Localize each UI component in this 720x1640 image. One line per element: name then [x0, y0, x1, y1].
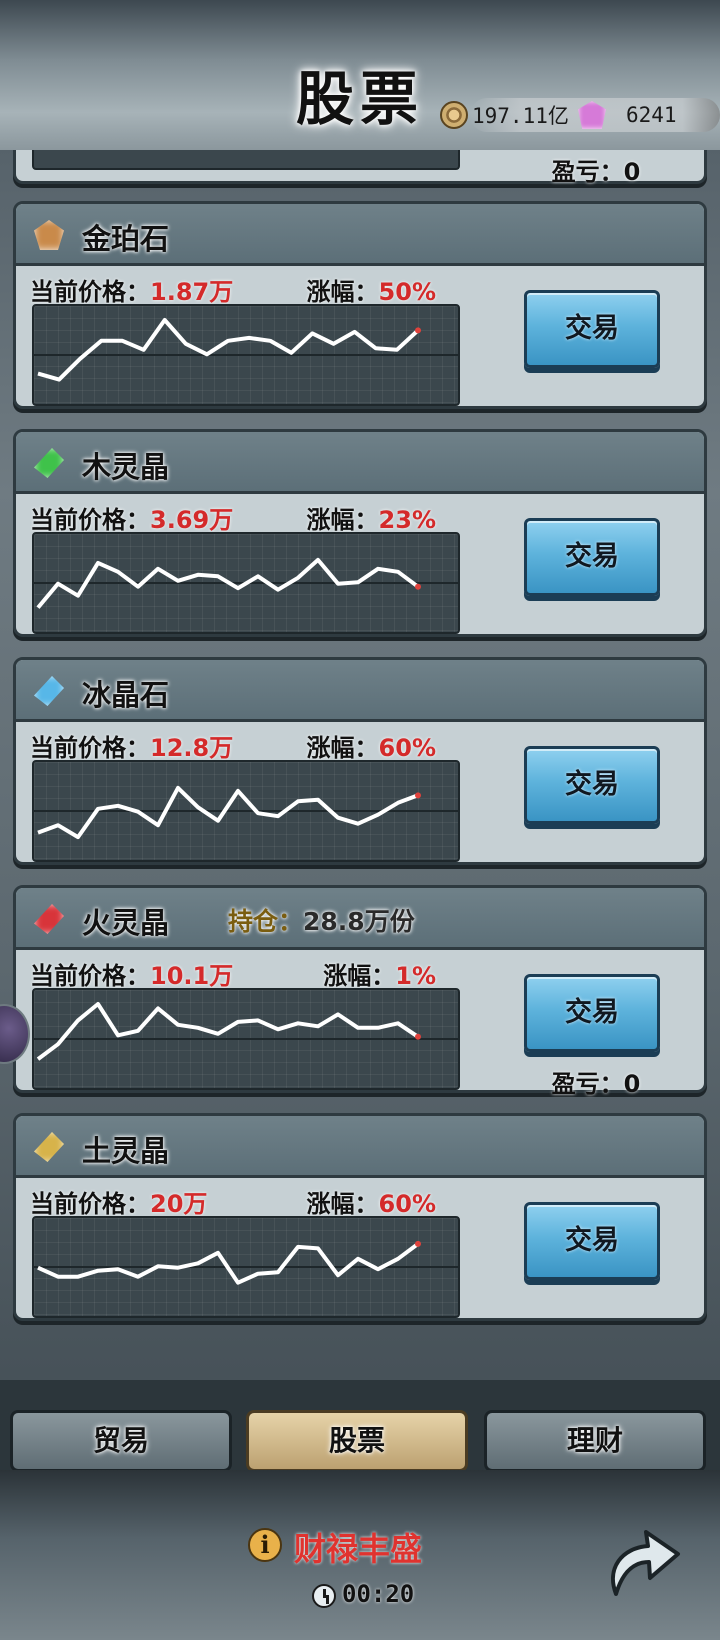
latest-price-point: [415, 583, 421, 590]
price-series-line: [37, 1242, 420, 1285]
stock-name: 冰晶石: [82, 678, 170, 712]
coin-balance: 197.11亿: [440, 98, 569, 132]
price-chart: [32, 760, 460, 862]
earth-crystal-icon: [34, 1132, 64, 1162]
partial-stock-card: 盈亏：0: [13, 150, 707, 186]
price-series-line: [37, 785, 419, 840]
stock-name: 火灵晶: [82, 906, 170, 940]
current-price: 当前价格：12.8万: [30, 734, 234, 762]
green-crystal-icon: [34, 448, 64, 478]
profit-loss: 盈亏：0: [551, 158, 641, 186]
current-price: 当前价格：1.87万: [30, 278, 234, 306]
stock-card: 土灵晶 当前价格：20万 涨幅：60% 交易: [13, 1113, 707, 1321]
tab-stocks[interactable]: 股票: [246, 1410, 468, 1472]
stock-card-header: 金珀石: [16, 204, 704, 266]
price-change: 涨幅：23%: [306, 506, 436, 534]
latest-price-point: [415, 792, 421, 799]
stock-list[interactable]: 盈亏：0 金珀石 当前价格：1.87万 涨幅：50% 交易 木灵晶 当前价格：3…: [0, 150, 720, 1390]
latest-price-point: [415, 1033, 421, 1040]
trade-button[interactable]: 交易: [524, 518, 660, 596]
amber-stone-icon: [34, 220, 64, 250]
coin-amount: 197.11亿: [472, 104, 569, 128]
stock-card: 火灵晶 持仓：28.8万份 当前价格：10.1万 涨幅：1% 交易 盈亏：0: [13, 885, 707, 1098]
price-change: 涨幅：60%: [306, 1190, 436, 1218]
header-bar: 股票 197.11亿 6241: [0, 0, 720, 150]
price-change: 涨幅：1%: [323, 962, 436, 990]
partial-price-chart: [32, 150, 460, 170]
stock-name: 金珀石: [82, 222, 170, 256]
price-series-line: [37, 318, 420, 382]
price-line-svg: [34, 785, 458, 840]
price-line-svg: [34, 557, 458, 609]
price-line-svg: [34, 1002, 458, 1061]
price-series-line: [36, 1002, 420, 1061]
price-chart: [32, 988, 460, 1090]
price-change: 涨幅：60%: [306, 734, 436, 762]
price-line-svg: [34, 1240, 458, 1285]
stock-card-header: 火灵晶 持仓：28.8万份: [16, 888, 704, 950]
current-price: 当前价格：10.1万: [30, 962, 234, 990]
price-chart: [32, 1216, 460, 1318]
stock-card-header: 土灵晶: [16, 1116, 704, 1178]
tab-trade[interactable]: 贸易: [10, 1410, 232, 1472]
clock-icon: [312, 1584, 336, 1608]
stock-card: 金珀石 当前价格：1.87万 涨幅：50% 交易: [13, 201, 707, 409]
current-price: 当前价格：3.69万: [30, 506, 234, 534]
share-arrow-icon[interactable]: [596, 1516, 686, 1606]
info-icon[interactable]: i: [248, 1528, 282, 1562]
gem-amount: 6241: [626, 103, 677, 127]
stock-card-header: 木灵晶: [16, 432, 704, 494]
coin-icon: [440, 101, 468, 129]
current-price: 当前价格：20万: [30, 1190, 208, 1218]
stock-card: 冰晶石 当前价格：12.8万 涨幅：60% 交易: [13, 657, 707, 865]
fortune-status: 财禄丰盛: [294, 1530, 423, 1568]
stock-card-header: 冰晶石: [16, 660, 704, 722]
gem-balance: 6241: [578, 98, 677, 132]
trade-button[interactable]: 交易: [524, 974, 660, 1052]
stock-card: 木灵晶 当前价格：3.69万 涨幅：23% 交易: [13, 429, 707, 637]
profit-loss: 盈亏：0: [551, 1070, 641, 1098]
stock-name: 土灵晶: [82, 1134, 170, 1168]
trade-button[interactable]: 交易: [524, 746, 660, 824]
countdown-timer: 00:20: [342, 1580, 415, 1608]
price-chart: [32, 532, 460, 634]
tab-finance[interactable]: 理财: [484, 1410, 706, 1472]
trade-button[interactable]: 交易: [524, 1202, 660, 1280]
trade-button[interactable]: 交易: [524, 290, 660, 368]
ice-crystal-icon: [34, 676, 64, 706]
latest-price-point: [415, 327, 421, 334]
latest-price-point: [415, 1240, 421, 1247]
price-change: 涨幅：50%: [306, 278, 436, 306]
gem-icon: [578, 101, 606, 129]
holding-info: 持仓：28.8万份: [228, 907, 415, 936]
fire-crystal-icon: [34, 904, 64, 934]
price-line-svg: [34, 318, 458, 382]
stock-name: 木灵晶: [82, 450, 170, 484]
price-chart: [32, 304, 460, 406]
